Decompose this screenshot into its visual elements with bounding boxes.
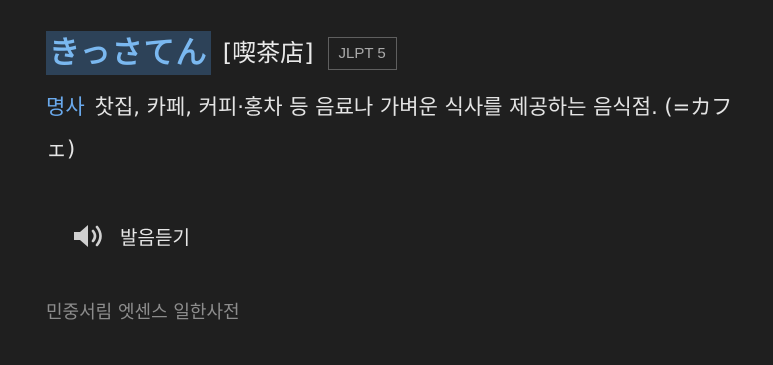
part-of-speech: 명사 <box>46 95 85 119</box>
speaker-icon <box>72 223 106 249</box>
pronunciation-label: 발음듣기 <box>120 226 190 249</box>
jlpt-badge: JLPT 5 <box>327 36 397 70</box>
definition-text: 찻집, 카페, 커피·홍차 등 음료나 가벼운 식사를 제공하는 음식점. (=… <box>46 95 733 161</box>
headword-row: きっさてん [喫茶店] JLPT 5 <box>46 30 397 76</box>
dictionary-source[interactable]: 민중서림 엣센스 일한사전 <box>46 298 240 324</box>
definition: 명사 찻집, 카페, 커피·홍차 등 음료나 가벼운 식사를 제공하는 음식점. … <box>46 86 736 170</box>
kanji-reading: [喫茶店] <box>222 39 314 67</box>
headword[interactable]: きっさてん <box>46 31 211 75</box>
pronunciation-button[interactable]: 발음듣기 <box>72 216 190 256</box>
dictionary-entry-card: きっさてん [喫茶店] JLPT 5 명사 찻집, 카페, 커피·홍차 등 음료나… <box>0 0 773 365</box>
